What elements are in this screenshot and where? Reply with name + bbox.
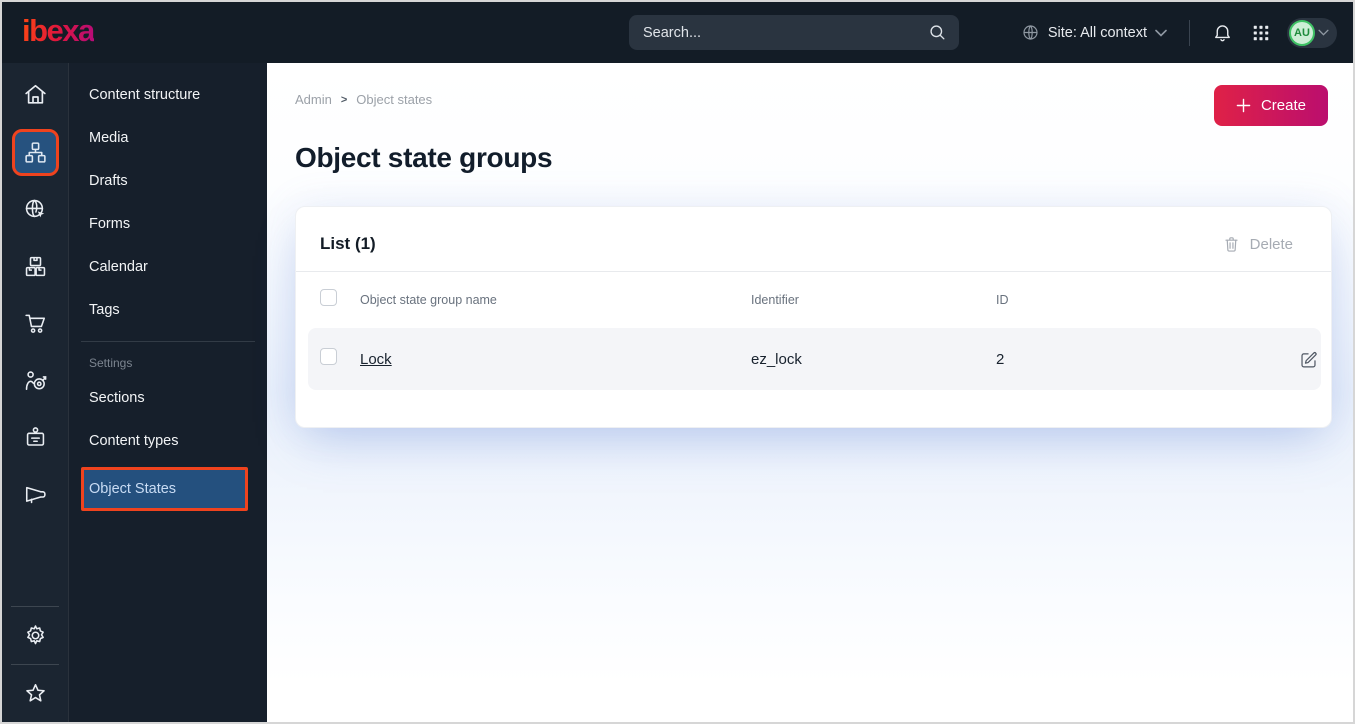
rail-item-personalization[interactable] [2, 352, 68, 409]
site-context-label: Site: All context [1047, 24, 1147, 41]
create-button-label: Create [1260, 97, 1306, 114]
boxes-icon [23, 254, 48, 279]
column-header-id: ID [996, 293, 1009, 307]
create-button[interactable]: Create [1213, 85, 1328, 126]
row-name-link[interactable]: Lock [360, 351, 392, 368]
sidebar-item-content-structure[interactable]: Content structure [69, 73, 267, 116]
object-state-groups-table: Object state group name Identifier ID Lo… [296, 272, 1331, 427]
rail-item-settings[interactable] [2, 607, 68, 664]
icon-rail [2, 63, 69, 722]
trash-icon [1223, 235, 1240, 253]
column-header-identifier: Identifier [751, 293, 799, 307]
application-window: ibexa Site: All context [0, 0, 1355, 724]
cart-icon [23, 311, 48, 336]
row-checkbox[interactable] [320, 348, 337, 365]
column-header-name: Object state group name [360, 293, 497, 307]
main-content: Admin > Object states Create Object stat… [267, 63, 1353, 722]
sidebar-item-content-types[interactable]: Content types [69, 419, 267, 462]
user-menu[interactable]: AU [1287, 17, 1337, 48]
gear-icon [23, 623, 48, 648]
list-title: List (1) [320, 234, 376, 253]
megaphone-icon [23, 482, 48, 507]
list-card: List (1) Delete Object state group name … [295, 206, 1332, 428]
settings-section-header: Settings [89, 356, 133, 370]
rail-item-content-structure[interactable] [2, 123, 68, 181]
avatar: AU [1289, 19, 1315, 46]
sidebar-item-sections[interactable]: Sections [69, 376, 267, 419]
global-search[interactable] [629, 15, 959, 50]
search-input[interactable] [643, 24, 928, 41]
site-context-selector[interactable]: Site: All context [1019, 21, 1169, 44]
list-card-header: List (1) Delete [296, 207, 1331, 272]
bell-icon [1212, 22, 1233, 43]
edit-row-button[interactable] [1295, 350, 1321, 369]
id-badge-icon [23, 425, 48, 450]
globe-icon [1021, 23, 1040, 42]
sidebar-item-tags[interactable]: Tags [69, 288, 267, 331]
delete-button-label: Delete [1249, 235, 1293, 253]
rail-item-customers[interactable] [2, 409, 68, 466]
rail-item-commerce[interactable] [2, 295, 68, 352]
person-target-icon [23, 368, 48, 393]
delete-button[interactable]: Delete [1223, 235, 1293, 253]
page-header-row: Admin > Object states Create [295, 85, 1328, 126]
sidebar-item-forms[interactable]: Forms [69, 202, 267, 245]
chevron-down-icon [1318, 29, 1329, 36]
globe-cursor-icon [23, 197, 48, 222]
select-all-checkbox[interactable] [320, 289, 337, 306]
sidebar-item-drafts[interactable]: Drafts [69, 159, 267, 202]
breadcrumb-separator: > [340, 93, 348, 106]
home-icon [23, 82, 48, 107]
rail-item-home[interactable] [2, 66, 68, 123]
ibexa-logo[interactable]: ibexa [22, 15, 95, 50]
plus-icon [1236, 98, 1251, 113]
page-title: Object state groups [295, 142, 553, 173]
breadcrumb-admin[interactable]: Admin [295, 92, 332, 107]
rail-item-marketing[interactable] [2, 466, 68, 523]
breadcrumb-object-states: Object states [356, 92, 433, 107]
edit-icon [1299, 350, 1318, 369]
sidebar-menu: Content structure Media Drafts Forms Cal… [69, 63, 267, 722]
table-header-row: Object state group name Identifier ID [320, 272, 1307, 328]
sitemap-icon [23, 140, 48, 165]
rail-item-bookmarks[interactable] [2, 665, 68, 722]
rail-item-site[interactable] [2, 181, 68, 238]
star-icon [23, 681, 48, 706]
app-switcher-button[interactable] [1249, 21, 1273, 45]
sidebar-item-object-states[interactable]: Object States [81, 467, 248, 511]
table-row: Lock ez_lock 2 [308, 328, 1321, 390]
sidebar-item-calendar[interactable]: Calendar [69, 245, 267, 288]
topbar: ibexa Site: All context [2, 2, 1353, 63]
topbar-divider [1189, 19, 1190, 46]
cell-id: 2 [996, 350, 1005, 368]
content-structure-active-tile [11, 128, 59, 176]
topbar-actions: Site: All context AU [1019, 17, 1337, 48]
sidebar-item-media[interactable]: Media [69, 116, 267, 159]
notifications-button[interactable] [1210, 20, 1235, 45]
breadcrumb: Admin > Object states [295, 85, 432, 107]
chevron-down-icon [1155, 29, 1167, 37]
cell-identifier: ez_lock [751, 350, 802, 368]
rail-item-product-catalog[interactable] [2, 238, 68, 295]
search-icon[interactable] [928, 23, 947, 42]
grid-icon [1251, 23, 1271, 43]
